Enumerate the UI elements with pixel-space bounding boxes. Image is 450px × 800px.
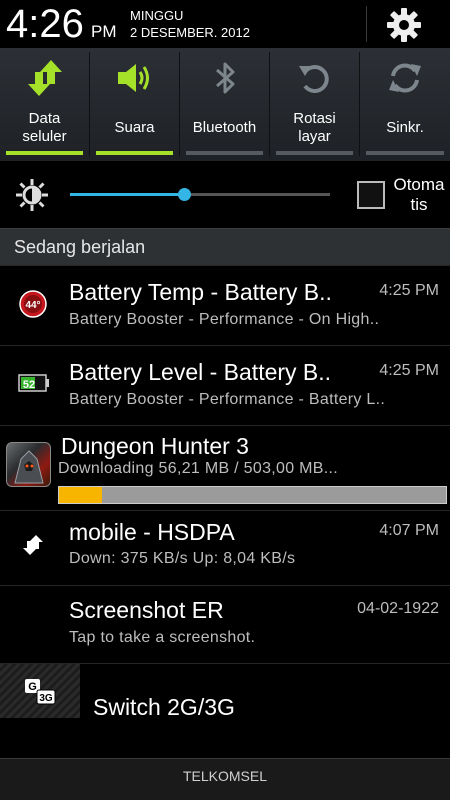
notification-mobile-hsdpa[interactable]: mobile - HSDPA 4:07 PM Down: 375 KB/s Up… [0, 510, 450, 585]
toggle-sync[interactable]: Sinkr. [360, 48, 450, 160]
data-transfer-icon [23, 535, 43, 555]
notification-title: Screenshot ER [69, 597, 224, 623]
day-of-week: MINGGU [130, 8, 184, 23]
clock-time: 4:26 [6, 2, 84, 46]
notification-subtitle: Down: 375 KB/s Up: 8,04 KB/s [69, 550, 296, 567]
notification-subtitle: Tap to take a screenshot. [69, 629, 256, 646]
header-divider [366, 6, 367, 42]
toggle-label: Bluetooth [192, 119, 257, 136]
battery-level-icon: 52 [18, 374, 49, 392]
brightness-slider-thumb[interactable] [178, 188, 191, 201]
toggle-screen-rotation[interactable]: Rotasi layar [270, 48, 359, 160]
toggle-label: Data [28, 110, 61, 127]
notification-subtitle: Battery Booster - Performance - Battery … [69, 391, 386, 408]
toggle-label: Suara [114, 119, 155, 136]
notification-title: Dungeon Hunter 3 [61, 433, 249, 459]
notification-time: 4:25 PM [379, 282, 439, 299]
dungeon-hunter-app-icon [6, 442, 51, 487]
toggle-mobile-data[interactable]: Data seluler [0, 48, 89, 160]
toggle-indicator [186, 151, 263, 155]
auto-label-line1: Otoma [393, 175, 445, 194]
switch-badge-g: G [28, 681, 37, 693]
auto-brightness-checkbox[interactable] [357, 181, 385, 209]
notification-time: 04-02-1922 [357, 600, 439, 617]
bluetooth-icon [215, 62, 234, 94]
notification-title: Switch 2G/3G [93, 694, 235, 720]
ongoing-section-header: Sedang berjalan [0, 228, 450, 265]
switch-2g-3g-icon: G 3G [25, 679, 56, 705]
download-progress-bar [58, 486, 447, 504]
settings-gear-icon[interactable] [384, 5, 424, 45]
auto-label-line2: tis [410, 195, 428, 214]
notification-header: 4:26 PM MINGGU 2 DESEMBER. 2012 [0, 0, 450, 48]
toggle-indicator [276, 151, 353, 155]
brightness-icon [16, 179, 48, 211]
carrier-bar: TELKOMSEL [0, 758, 450, 800]
date-label: 2 DESEMBER. 2012 [130, 25, 250, 40]
carrier-name: TELKOMSEL [182, 768, 268, 784]
battery-temp-badge: 44° [25, 300, 40, 311]
notification-battery-temp[interactable]: 44° Battery Temp - Battery B.. 4:25 PM B… [0, 265, 450, 345]
download-progress-fill [59, 487, 103, 503]
quick-settings-panel: Data seluler Suara Bluetooth Rotasi laya… [0, 48, 450, 160]
notification-time: 4:07 PM [379, 522, 439, 539]
clock-ampm: PM [91, 22, 117, 41]
download-progress-text: Downloading 56,21 MB / 503,00 MB... [58, 460, 338, 477]
toggle-label: Sinkr. [386, 119, 424, 136]
toggle-label-line2: layar [298, 128, 331, 145]
speaker-icon [117, 64, 149, 92]
notification-title: mobile - HSDPA [69, 519, 235, 545]
notification-title: Battery Temp - Battery B.. [69, 279, 332, 305]
section-title: Sedang berjalan [14, 237, 146, 257]
sync-icon [389, 63, 421, 93]
toggle-label: Rotasi [293, 110, 336, 127]
toggle-sound[interactable]: Suara [90, 48, 179, 160]
brightness-slider-fill [70, 193, 184, 196]
toggle-indicator [6, 151, 83, 155]
battery-level-badge: 52 [23, 379, 35, 391]
toggle-indicator [96, 151, 173, 155]
notification-subtitle: Battery Booster - Performance - On High.… [69, 311, 380, 328]
toggle-indicator [366, 151, 444, 155]
toggle-bluetooth[interactable]: Bluetooth [180, 48, 269, 160]
notification-switch-2g-3g[interactable]: G 3G Switch 2G/3G [0, 663, 450, 758]
switch-badge-3g: 3G [39, 693, 53, 704]
notification-battery-level[interactable]: 52 Battery Level - Battery B.. 4:25 PM B… [0, 345, 450, 425]
data-arrows-icon [27, 60, 62, 96]
battery-temp-icon: 44° [19, 290, 47, 318]
toggle-label-line2: seluler [22, 128, 67, 145]
notification-title: Battery Level - Battery B.. [69, 359, 332, 385]
rotate-icon [298, 65, 329, 93]
notification-screenshot-er[interactable]: Screenshot ER 04-02-1922 Tap to take a s… [0, 585, 450, 663]
notification-time: 4:25 PM [379, 362, 439, 379]
auto-brightness-label: Otoma tis [390, 175, 448, 215]
